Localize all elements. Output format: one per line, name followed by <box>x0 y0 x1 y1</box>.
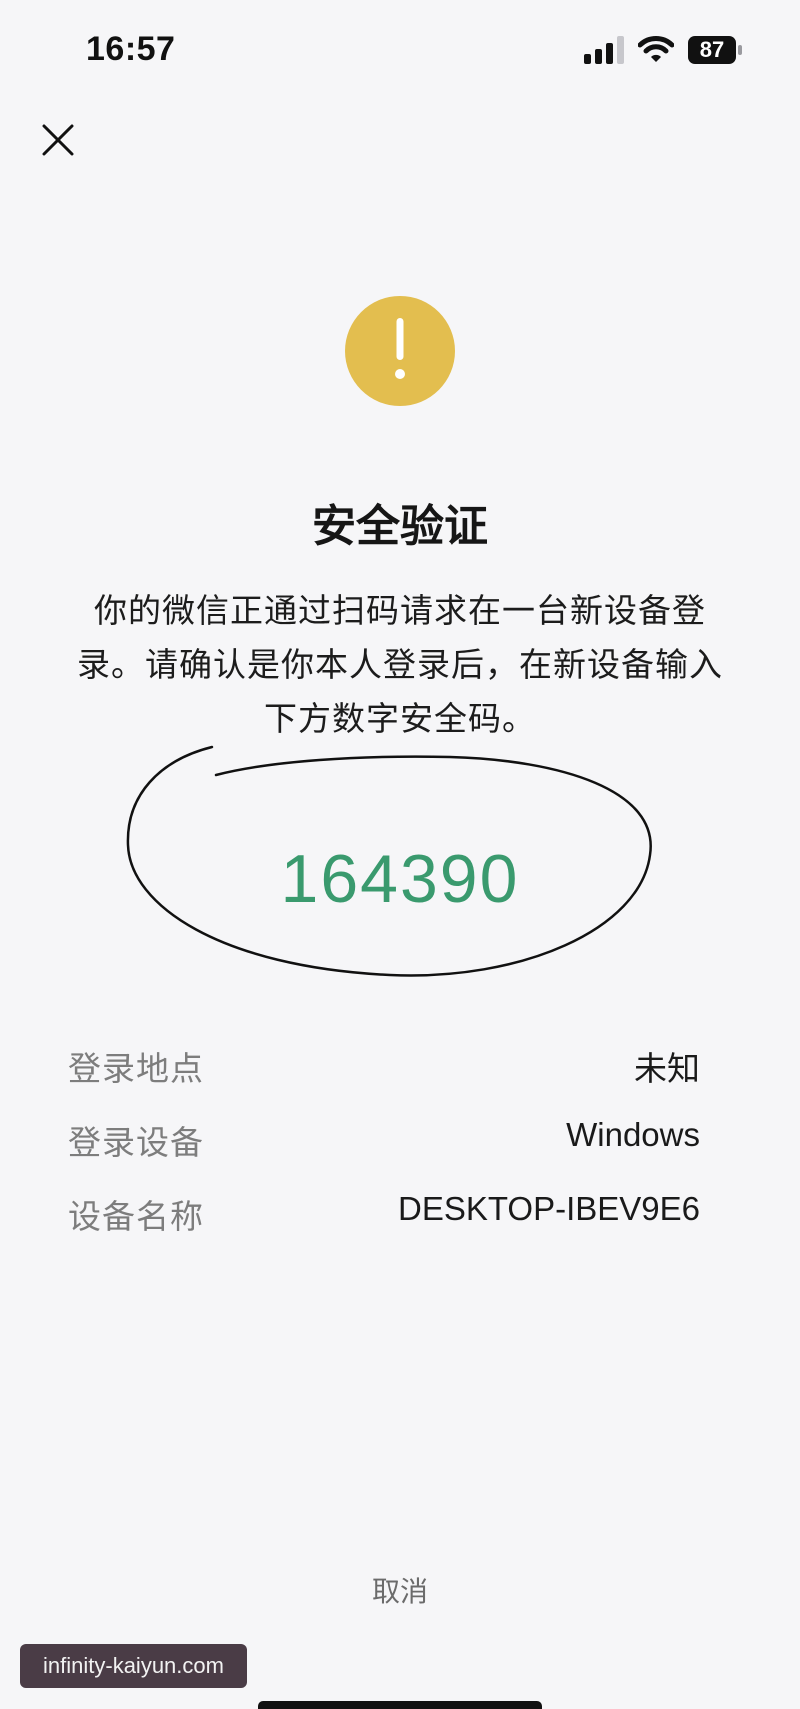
device-name-value: DESKTOP-IBEV9E6 <box>397 1190 700 1227</box>
home-indicator <box>258 1701 542 1709</box>
wifi-icon <box>638 36 674 62</box>
login-device-value: Windows <box>566 1116 700 1153</box>
device-name-label: 设备名称 <box>68 1197 204 1236</box>
watermark-label: infinity-kaiyun.com <box>20 1644 247 1688</box>
verification-description: 你的微信正通过扫码请求在一台新设备登录。请确认是你本人登录后，在新设备输入下方数… <box>77 591 723 738</box>
device-name-row: 设备名称 DESKTOP-IBEV9E6 <box>68 1190 700 1250</box>
login-location-row: 登录地点 未知 <box>68 1042 700 1102</box>
status-time: 16:57 <box>86 30 176 68</box>
cancel-button[interactable]: 取消 <box>350 1570 450 1610</box>
login-location-value: 未知 <box>634 1050 700 1087</box>
login-location-label: 登录地点 <box>68 1049 204 1088</box>
battery-level: 87 <box>699 37 725 62</box>
signal-icon <box>584 36 624 64</box>
warning-icon <box>345 296 455 406</box>
status-bar: 16:57 87 <box>0 0 800 110</box>
login-device-label: 登录设备 <box>68 1123 204 1162</box>
security-code: 164390 <box>280 841 520 917</box>
login-device-row: 登录设备 Windows <box>68 1116 700 1176</box>
close-icon[interactable] <box>36 118 80 162</box>
page-title: 安全验证 <box>312 501 488 552</box>
